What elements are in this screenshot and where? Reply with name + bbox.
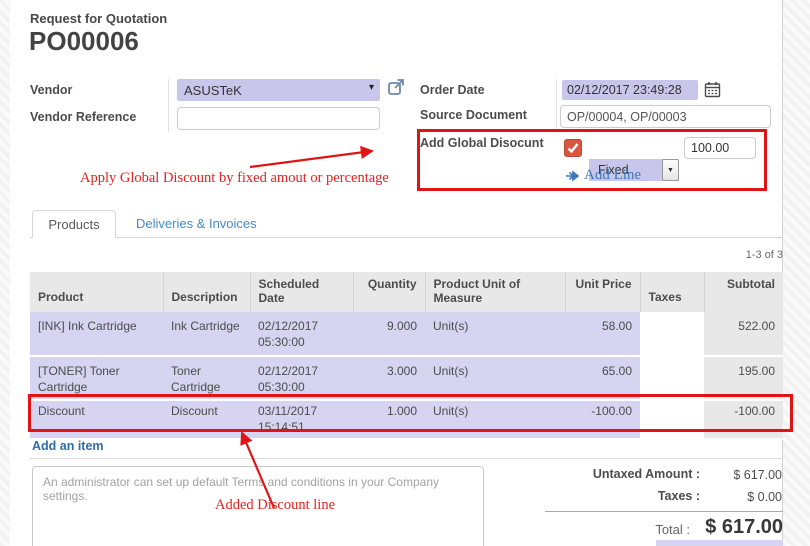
col-taxes[interactable]: Taxes	[640, 272, 704, 312]
col-quantity[interactable]: Quantity	[353, 272, 425, 312]
discount-amount-input[interactable]	[684, 137, 756, 159]
tab-deliveries-invoices[interactable]: Deliveries & Invoices	[126, 210, 267, 237]
chevron-down-icon: ▾	[369, 82, 374, 93]
discount-row-highlight-box	[28, 394, 793, 432]
source-document-input[interactable]	[560, 105, 771, 128]
cell-scheduled-date[interactable]: 02/12/2017 05:30:00	[250, 312, 353, 356]
label-column-separator-right	[556, 79, 557, 129]
tab-strip-border	[30, 237, 783, 238]
table-header-row: Product Description Scheduled Date Quant…	[30, 272, 783, 312]
col-subtotal[interactable]: Subtotal	[704, 272, 783, 312]
untaxed-amount-value: $ 617.00	[702, 468, 782, 482]
cell-quantity[interactable]: 9.000	[353, 312, 425, 356]
taxes-value: $ 0.00	[702, 490, 782, 504]
order-date-value: 02/12/2017 23:49:28	[567, 83, 682, 97]
cell-subtotal[interactable]: 522.00	[704, 312, 783, 356]
col-uom[interactable]: Product Unit of Measure	[425, 272, 565, 312]
vendor-value: ASUSTeK	[184, 83, 242, 98]
vendor-reference-input[interactable]	[177, 107, 380, 130]
total-label: Total :	[600, 522, 690, 537]
page-title: PO00006	[29, 26, 139, 57]
total-value: $ 617.00	[689, 516, 783, 539]
col-description[interactable]: Description	[163, 272, 250, 312]
cell-taxes[interactable]	[640, 312, 704, 356]
footer-separator	[30, 458, 783, 459]
total-highlight-strip	[656, 540, 783, 546]
cell-product[interactable]: [INK] Ink Cartridge	[30, 312, 163, 356]
external-link-icon[interactable]	[386, 77, 406, 97]
calendar-icon[interactable]	[704, 81, 721, 98]
cell-unit-price[interactable]: 58.00	[565, 312, 640, 356]
col-unit-price[interactable]: Unit Price	[565, 272, 640, 312]
select-dropdown-button[interactable]: ▼	[662, 159, 679, 181]
table-row[interactable]: [INK] Ink Cartridge Ink Cartridge 02/12/…	[30, 312, 783, 356]
order-date-label: Order Date	[420, 83, 485, 97]
annotation-discount-line: Added Discount line	[215, 497, 335, 514]
annotation-global-discount: Apply Global Discount by fixed amout or …	[80, 170, 389, 187]
taxes-label: Taxes :	[540, 489, 700, 503]
global-discount-label: Add Global Disocunt	[420, 136, 544, 150]
tab-products[interactable]: Products	[32, 210, 116, 238]
add-line-link[interactable]: Add Line	[565, 167, 641, 184]
untaxed-amount-label: Untaxed Amount :	[540, 467, 700, 481]
label-column-separator	[168, 79, 169, 132]
checkmark-icon	[566, 141, 580, 155]
source-document-label: Source Document	[420, 108, 527, 122]
pager-text: 1-3 of 3	[683, 249, 783, 261]
vendor-label: Vendor	[30, 83, 72, 97]
cell-description[interactable]: Ink Cartridge	[163, 312, 250, 356]
cell-uom[interactable]: Unit(s)	[425, 312, 565, 356]
col-product[interactable]: Product	[30, 272, 163, 312]
col-scheduled-date[interactable]: Scheduled Date	[250, 272, 353, 312]
order-date-input[interactable]: 02/12/2017 23:49:28	[562, 80, 698, 100]
add-line-label: Add Line	[584, 167, 641, 184]
vendor-select[interactable]: ASUSTeK ▾	[177, 79, 380, 101]
arrow-right-icon	[565, 170, 579, 182]
total-separator	[545, 511, 783, 512]
add-an-item-link[interactable]: Add an item	[32, 439, 104, 453]
vendor-reference-label: Vendor Reference	[30, 110, 136, 124]
doc-type-label: Request for Quotation	[30, 11, 167, 26]
global-discount-checkbox[interactable]	[564, 139, 582, 157]
